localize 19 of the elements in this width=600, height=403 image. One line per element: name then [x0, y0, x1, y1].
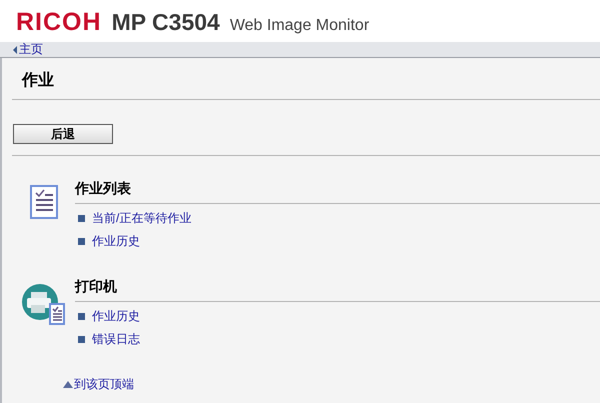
- section-title: 作业列表: [75, 180, 132, 198]
- page-title: 作业: [20, 70, 55, 91]
- bullet-icon: [78, 336, 85, 343]
- back-button[interactable]: 后退: [13, 124, 113, 144]
- checklist-icon: [30, 185, 58, 219]
- bullet-icon: [78, 313, 85, 320]
- back-to-top-link[interactable]: 到该页顶端: [63, 376, 134, 393]
- brand-logo: RICOH: [16, 8, 102, 37]
- model-name: MP C3504: [112, 9, 220, 36]
- menu-link[interactable]: 作业历史: [92, 308, 140, 325]
- menu-link[interactable]: 错误日志: [92, 331, 140, 348]
- home-link[interactable]: 主页: [13, 41, 43, 58]
- product-name: Web Image Monitor: [230, 17, 370, 35]
- menu-link[interactable]: 作业历史: [92, 233, 140, 250]
- bullet-icon: [78, 215, 85, 222]
- printer-icon: [20, 283, 66, 327]
- menu-link[interactable]: 当前/正在等待作业: [92, 210, 192, 227]
- section-title: 打印机: [75, 278, 118, 296]
- bullet-icon: [78, 238, 85, 245]
